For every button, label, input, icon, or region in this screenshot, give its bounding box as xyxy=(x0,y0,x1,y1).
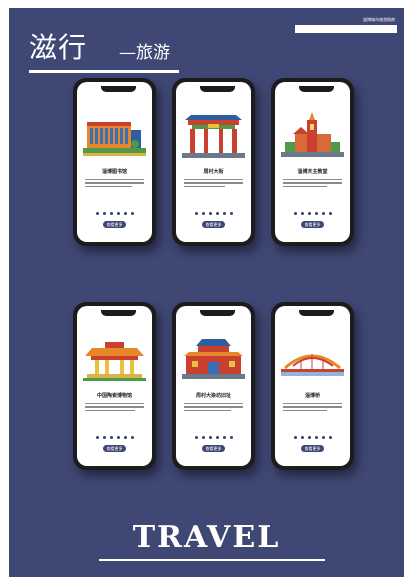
card-description xyxy=(85,403,144,413)
more-button[interactable]: 查看更多 xyxy=(202,221,225,228)
title-subtitle: —旅游 xyxy=(119,43,170,63)
carousel-dots xyxy=(275,212,350,215)
carousel-dots xyxy=(77,436,152,439)
phone-card-5[interactable]: 周村大染坊旧址 查看更多 xyxy=(172,302,255,470)
phone-screen: 淄博图书馆 查看更多 xyxy=(77,82,152,242)
library-building-icon xyxy=(83,122,146,156)
more-button[interactable]: 查看更多 xyxy=(301,445,324,452)
phone-notch xyxy=(101,86,136,92)
carousel-dots xyxy=(176,212,251,215)
more-button[interactable]: 查看更多 xyxy=(103,221,126,228)
carousel-dots xyxy=(176,436,251,439)
memorial-hall-icon xyxy=(182,339,245,379)
carousel-dots xyxy=(77,212,152,215)
title-underline xyxy=(29,70,179,73)
phone-card-3[interactable]: 淄博天主教堂 查看更多 xyxy=(271,78,354,246)
more-button[interactable]: 查看更多 xyxy=(301,221,324,228)
phone-screen: 淄博桥 查看更多 xyxy=(275,306,350,466)
more-button[interactable]: 查看更多 xyxy=(103,445,126,452)
phone-card-1[interactable]: 淄博图书馆 查看更多 xyxy=(73,78,156,246)
phone-card-2[interactable]: 周村大街 查看更多 xyxy=(172,78,255,246)
phone-screen: 周村大街 查看更多 xyxy=(176,82,251,242)
museum-pavilion-icon xyxy=(83,342,146,381)
poster-title: 滋行 —旅游 xyxy=(29,26,199,74)
more-button[interactable]: 查看更多 xyxy=(202,445,225,452)
card-title: 周村大染坊旧址 xyxy=(195,393,231,399)
phone-card-4[interactable]: 中国陶瓷博物馆 查看更多 xyxy=(73,302,156,470)
top-right-bar xyxy=(295,25,397,33)
card-description xyxy=(283,403,342,413)
bridge-icon xyxy=(281,354,344,376)
card-description xyxy=(283,179,342,189)
top-right-caption: 滋博城市旅游指南 xyxy=(363,17,395,22)
card-title: 淄博天主教堂 xyxy=(297,169,328,175)
phone-screen: 淄博天主教堂 查看更多 xyxy=(275,82,350,242)
phone-notch xyxy=(299,310,334,316)
travel-heading: TRAVEL xyxy=(132,520,281,555)
card-title: 淄博图书馆 xyxy=(101,169,127,175)
phone-notch xyxy=(200,86,235,92)
poster: 滋行 —旅游 滋博城市旅游指南 淄博图书馆 查看更多 周村大街 查看更多 淄博天… xyxy=(9,8,404,577)
phone-card-6[interactable]: 淄博桥 查看更多 xyxy=(271,302,354,470)
phone-notch xyxy=(200,310,235,316)
card-title: 中国陶瓷博物馆 xyxy=(96,393,132,399)
card-description xyxy=(85,179,144,189)
phone-notch xyxy=(299,86,334,92)
phone-screen: 周村大染坊旧址 查看更多 xyxy=(176,306,251,466)
bottom-divider xyxy=(99,559,325,561)
title-main: 滋行 xyxy=(29,31,88,64)
gate-archway-icon xyxy=(182,115,245,158)
card-description xyxy=(184,403,243,413)
card-title: 周村大街 xyxy=(203,169,224,175)
carousel-dots xyxy=(275,436,350,439)
card-title: 淄博桥 xyxy=(304,393,320,399)
card-description xyxy=(184,179,243,189)
phone-notch xyxy=(101,310,136,316)
phone-screen: 中国陶瓷博物馆 查看更多 xyxy=(77,306,152,466)
church-icon xyxy=(281,112,344,157)
